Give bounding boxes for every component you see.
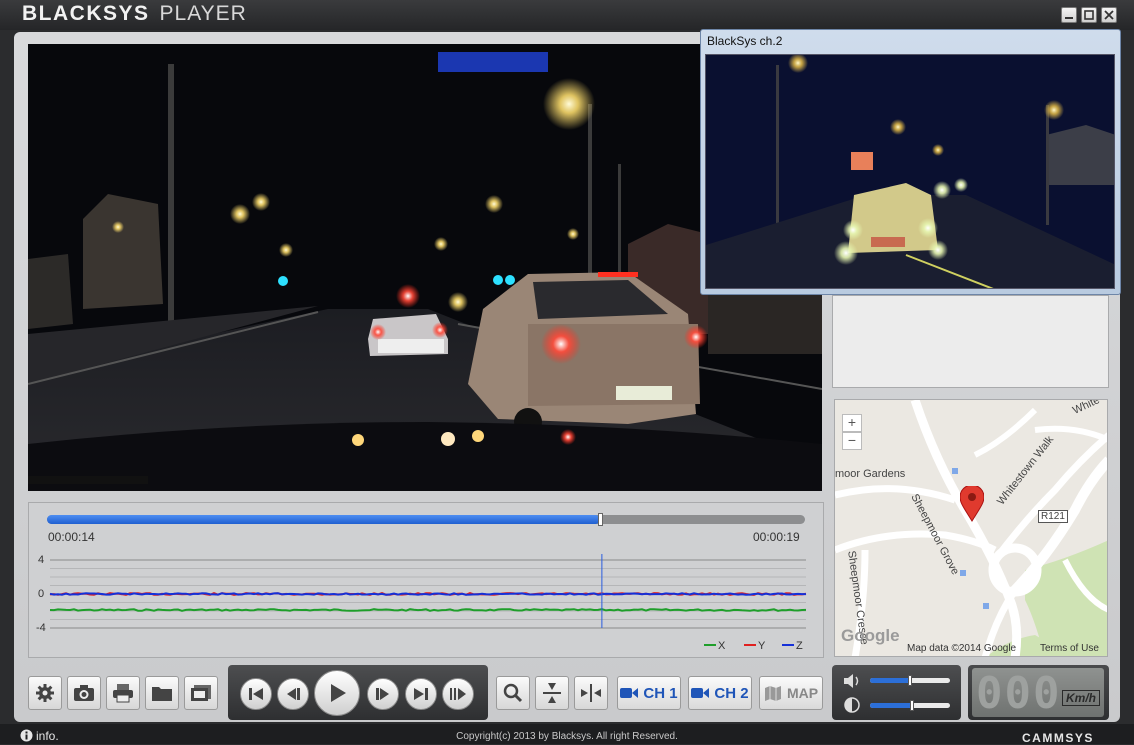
video-ch2[interactable]: [705, 54, 1115, 289]
open-folder-button[interactable]: [145, 676, 179, 710]
seek-thumb[interactable]: [598, 513, 604, 526]
map-label: MAP: [786, 685, 819, 701]
ch1-label: CH 1: [643, 684, 678, 702]
app-title: BLACKSYS PLAYER: [22, 2, 247, 26]
skip-start-button[interactable]: [240, 678, 272, 710]
play-button[interactable]: [314, 670, 360, 716]
step-forward-icon: [376, 688, 389, 700]
map-button[interactable]: MAP: [759, 676, 823, 710]
flip-horizontal-icon: [581, 684, 601, 702]
volume-slider-fill: [870, 678, 910, 683]
map-label-r121: R121: [1038, 510, 1068, 523]
step-forward-button[interactable]: [367, 678, 399, 710]
speed-value: 000: [976, 668, 1062, 719]
brand-logo: CAMMSYS: [1022, 731, 1094, 745]
frame-advance-icon: [450, 688, 466, 700]
map-label-moor-gardens: moor Gardens: [835, 468, 906, 480]
gsensor-graph: 4 0 -4 X Y Z: [36, 554, 807, 652]
ch2-label: CH 2: [714, 684, 749, 702]
play-icon: [331, 684, 346, 702]
map-provider-logo: Google: [841, 626, 900, 645]
legend-x-label: X: [718, 640, 726, 652]
copyright-text: Copyright(c) 2013 by Blacksys. All right…: [456, 731, 678, 742]
gsensor-tick-0: 0: [38, 588, 44, 600]
map-icon: [764, 686, 781, 701]
map-attribution: Map data ©2014 Google: [907, 643, 1017, 654]
gsensor-tick-minus-4: -4: [36, 622, 46, 634]
current-time: 00:00:14: [48, 530, 95, 544]
ch2-window-title: BlackSys ch.2: [707, 34, 783, 48]
ch2-night-scene: [706, 55, 1114, 288]
step-back-button[interactable]: [277, 678, 309, 710]
settings-button[interactable]: [28, 676, 62, 710]
gsensor-tick-4: 4: [38, 554, 44, 566]
minimize-icon: [1065, 17, 1073, 19]
map-terms-link[interactable]: Terms of Use: [1040, 643, 1099, 654]
zoom-button[interactable]: [496, 676, 530, 710]
map-roads: [835, 400, 1107, 656]
ch1-button[interactable]: CH 1: [617, 676, 681, 710]
flip-horizontal-button[interactable]: [574, 676, 608, 710]
magnify-icon: [503, 683, 523, 703]
close-icon: [1104, 10, 1114, 20]
close-button[interactable]: [1101, 7, 1117, 23]
map-zoom-in-button[interactable]: +: [842, 414, 862, 432]
step-back-icon: [287, 688, 300, 700]
frame-advance-button[interactable]: [442, 678, 474, 710]
ch2-button[interactable]: CH 2: [688, 676, 752, 710]
snapshot-button[interactable]: [67, 676, 101, 710]
printer-icon: [113, 684, 133, 703]
legend-y-label: Y: [758, 640, 766, 652]
skip-end-icon: [414, 688, 428, 700]
end-time: 00:00:19: [753, 530, 800, 544]
maximize-icon: [1084, 10, 1094, 20]
brightness-slider-thumb[interactable]: [909, 700, 914, 711]
folder-icon: [152, 687, 172, 701]
speaker-icon[interactable]: [843, 673, 863, 689]
map-marker-icon[interactable]: [960, 486, 984, 522]
file-list-button[interactable]: [184, 676, 218, 710]
video-camera-icon: [691, 688, 710, 698]
print-button[interactable]: [106, 676, 140, 710]
film-icon: [191, 685, 211, 701]
volume-slider-thumb[interactable]: [908, 675, 912, 686]
info-panel: [832, 295, 1109, 388]
brightness-icon[interactable]: [844, 697, 860, 713]
speed-unit: Km/h: [1062, 690, 1100, 706]
brightness-slider-fill: [870, 703, 912, 708]
map-zoom-out-button[interactable]: −: [842, 432, 862, 450]
seek-bar-progress: [47, 515, 601, 524]
skip-end-button[interactable]: [405, 678, 437, 710]
skip-start-icon: [249, 688, 263, 700]
gear-icon: [36, 684, 54, 702]
camera-icon: [74, 685, 94, 701]
flip-vertical-button[interactable]: [535, 676, 569, 710]
minimize-button[interactable]: [1061, 7, 1077, 23]
legend-z-label: Z: [796, 640, 803, 652]
app-title-bold: BLACKSYS: [22, 2, 150, 25]
gsensor-legend: X Y Z: [704, 640, 803, 652]
app-title-light: PLAYER: [159, 2, 247, 25]
maximize-button[interactable]: [1081, 7, 1097, 23]
map-view[interactable]: + − moor Gardens Sheepmoor Grove Whitest…: [834, 399, 1108, 657]
gsensor-series-x: [49, 608, 807, 612]
flip-vertical-icon: [543, 683, 561, 703]
video-camera-icon: [620, 688, 639, 698]
gsensor-series-z: [49, 592, 806, 596]
